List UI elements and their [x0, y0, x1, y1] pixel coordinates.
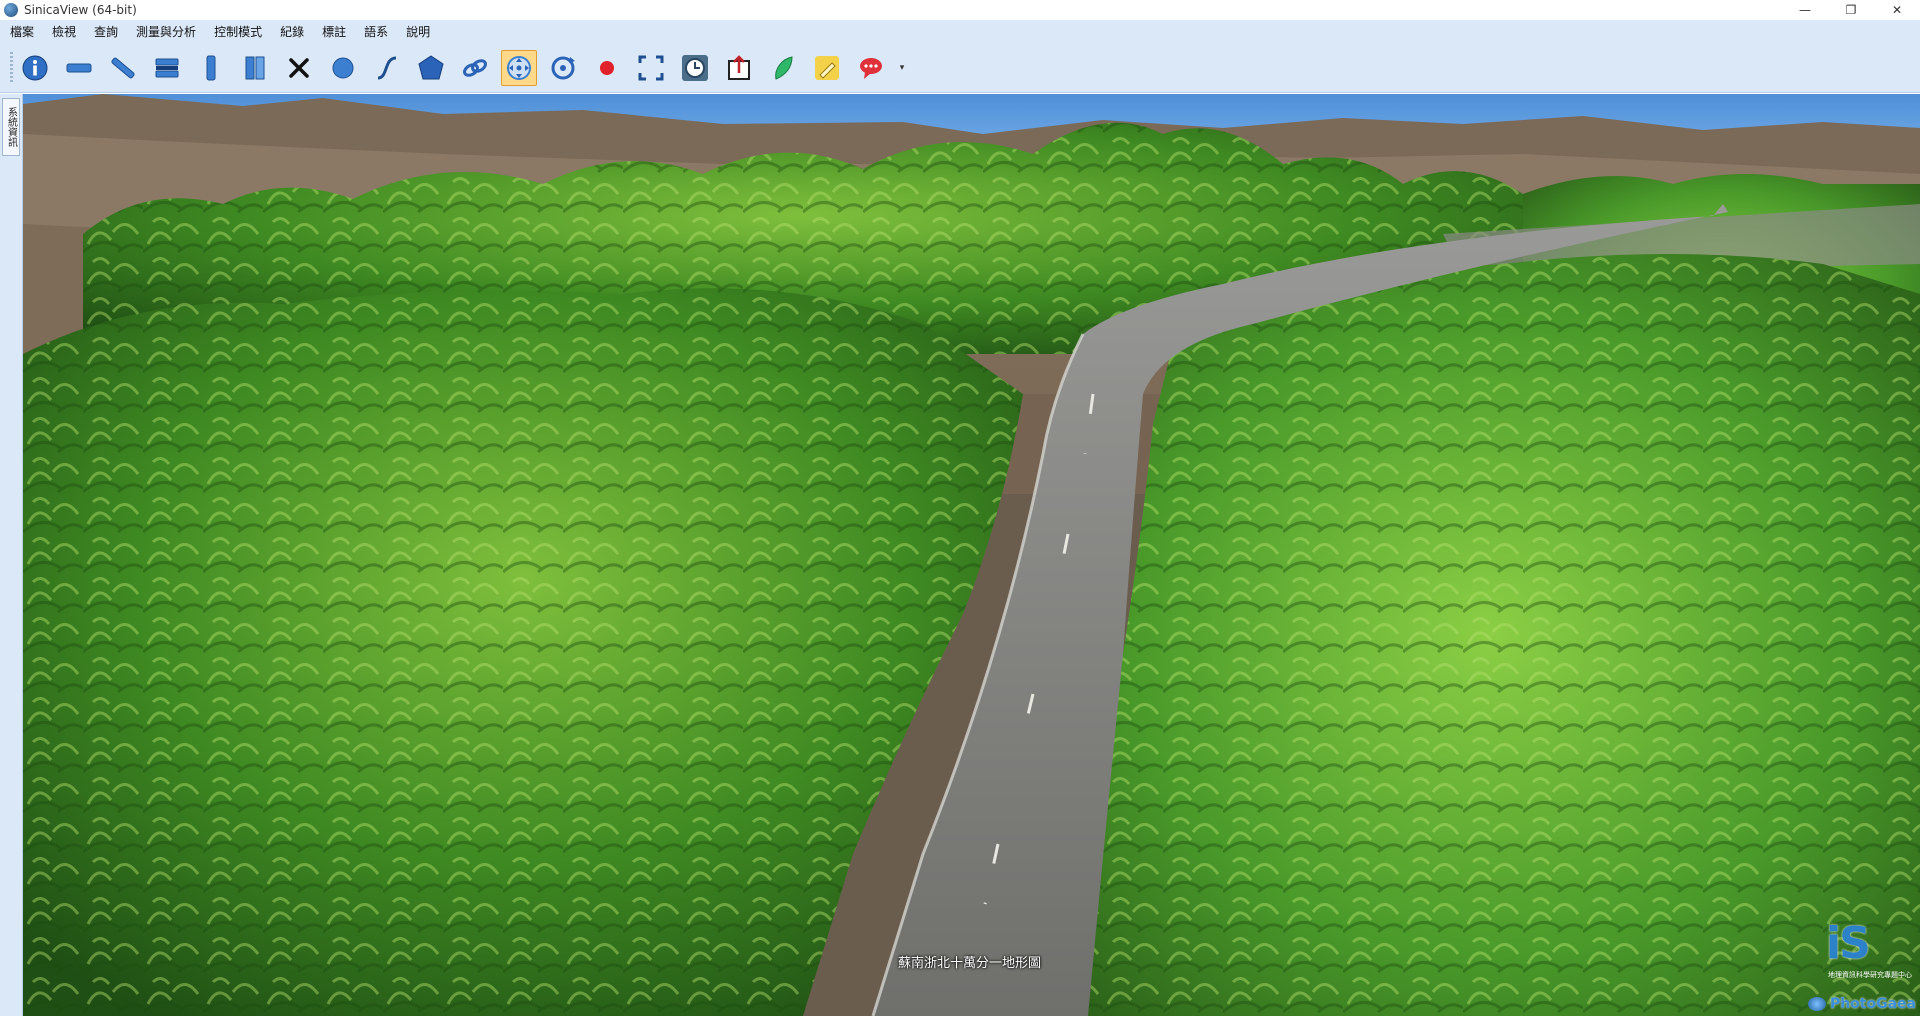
layer-stack-icon	[155, 58, 179, 78]
history-clock-icon	[682, 55, 708, 81]
toolbar: ▾	[0, 44, 1920, 93]
horizontal-distance-button[interactable]	[61, 50, 97, 86]
polygon-area-button[interactable]	[413, 50, 449, 86]
curve-button[interactable]	[369, 50, 405, 86]
chevron-down-icon: ▾	[899, 63, 905, 73]
menu-control-mode[interactable]: 控制模式	[205, 21, 271, 43]
window-controls: — ❐ ✕	[1782, 0, 1920, 20]
full-extent-icon	[638, 55, 664, 81]
circle-area-icon	[332, 57, 354, 79]
title-bar: SinicaView (64-bit) — ❐ ✕	[0, 0, 1920, 20]
pan-control-icon	[507, 56, 531, 80]
menu-annotation[interactable]: 標註	[313, 21, 355, 43]
menu-view[interactable]: 檢視	[43, 21, 85, 43]
gis-logo-text: iS	[1826, 918, 1871, 969]
toolbar-grip[interactable]	[10, 52, 13, 84]
circle-area-button[interactable]	[325, 50, 361, 86]
restore-button[interactable]: ❐	[1828, 0, 1874, 20]
feather-icon	[775, 56, 793, 80]
window-title: SinicaView (64-bit)	[24, 3, 137, 17]
minimize-button[interactable]: —	[1782, 0, 1828, 20]
polygon-area-icon	[418, 55, 444, 80]
link-icon	[463, 59, 487, 77]
full-extent-button[interactable]	[633, 50, 669, 86]
gis-logo-subtitle: 地理資訊科學研究專題中心	[1828, 971, 1912, 979]
info-icon	[22, 55, 48, 81]
side-panel-strip: 系統資訊	[0, 94, 23, 1016]
close-button[interactable]: ✕	[1874, 0, 1920, 20]
map-3d-viewport[interactable]: 蘇南浙北十萬分一地形圖 iS 地理資訊科學研究專題中心 PhotoGaea	[23, 94, 1920, 1016]
menu-file[interactable]: 檔案	[0, 21, 43, 43]
info-button[interactable]	[17, 50, 53, 86]
record-button[interactable]	[589, 50, 625, 86]
photogaea-logo: PhotoGaea	[1807, 996, 1916, 1012]
clear-icon	[289, 58, 309, 78]
link-button[interactable]	[457, 50, 493, 86]
curve-icon	[377, 56, 397, 80]
menu-measure-analysis[interactable]: 測量與分析	[127, 21, 205, 43]
app-icon	[4, 3, 18, 17]
record-icon	[600, 61, 614, 75]
photogaea-logo-text: PhotoGaea	[1829, 996, 1916, 1012]
vertical-distance-icon	[206, 55, 216, 81]
history-button[interactable]	[677, 50, 713, 86]
vertical-distance-button[interactable]	[193, 50, 229, 86]
map-caption: 蘇南浙北十萬分一地形圖	[898, 956, 1042, 971]
horizontal-distance-icon	[66, 63, 92, 73]
rotate-icon	[551, 56, 575, 80]
photogaea-icon	[1807, 997, 1826, 1011]
gis-center-logo: iS 地理資訊科學研究專題中心	[1826, 918, 1916, 980]
feather-button[interactable]	[765, 50, 801, 86]
menu-language[interactable]: 語系	[355, 21, 397, 43]
menu-help[interactable]: 說明	[397, 21, 439, 43]
vertical-profile-icon	[245, 56, 265, 80]
export-button[interactable]	[721, 50, 757, 86]
menu-query[interactable]: 查詢	[85, 21, 127, 43]
comment-icon	[860, 58, 882, 79]
rotate-button[interactable]	[545, 50, 581, 86]
layer-stack-button[interactable]	[149, 50, 185, 86]
export-icon	[728, 55, 750, 80]
diagonal-distance-icon	[111, 57, 135, 79]
clear-button[interactable]	[281, 50, 317, 86]
vertical-profile-button[interactable]	[237, 50, 273, 86]
diagonal-distance-button[interactable]	[105, 50, 141, 86]
side-tab-system-info[interactable]: 系統資訊	[2, 98, 20, 156]
menu-record[interactable]: 紀錄	[271, 21, 313, 43]
marker-icon	[815, 56, 839, 80]
pan-control-button[interactable]	[501, 50, 537, 86]
comment-button[interactable]	[853, 50, 889, 86]
terrain-scene	[23, 94, 1920, 1016]
marker-button[interactable]	[809, 50, 845, 86]
toolbar-overflow-dropdown[interactable]: ▾	[897, 50, 907, 86]
menu-bar: 檔案 檢視 查詢 測量與分析 控制模式 紀錄 標註 語系 說明	[0, 20, 1920, 44]
